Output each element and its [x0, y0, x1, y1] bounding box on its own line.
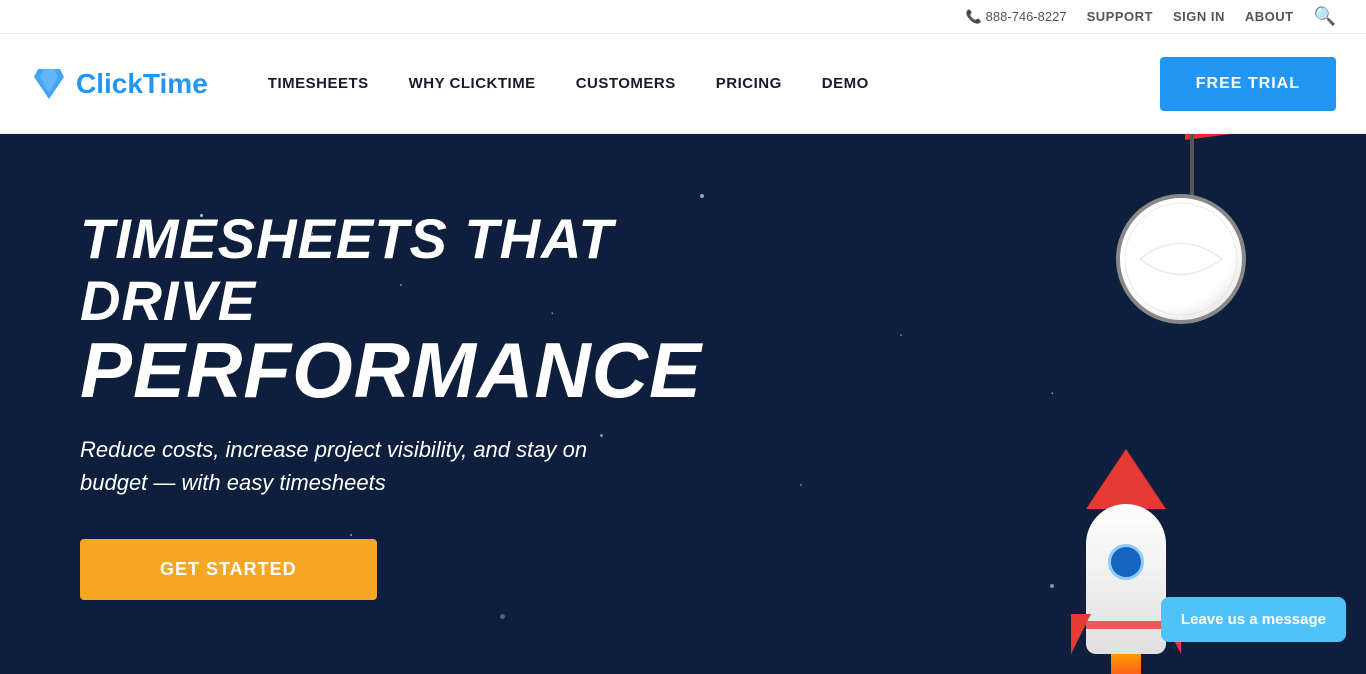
rocket-flame	[1111, 654, 1141, 674]
free-trial-button[interactable]: FREE TRIAL	[1160, 57, 1336, 111]
golf-ball	[1116, 194, 1246, 324]
rocket-tip	[1086, 449, 1166, 509]
nav-pricing[interactable]: PRICING	[716, 75, 782, 92]
hero-section: · · ✦ ✦ · TIMESHEETS THAT DRIVE PERFORMA…	[0, 134, 1366, 674]
nav-links: TIMESHEETS WHY CLICKTIME CUSTOMERS PRICI…	[268, 75, 1160, 92]
sparkle-5: ·	[1050, 384, 1055, 400]
hero-headline-line1: TIMESHEETS THAT DRIVE	[80, 208, 780, 331]
star-3	[700, 194, 704, 198]
nav-customers[interactable]: CUSTOMERS	[576, 75, 676, 92]
hero-headline-line2: PERFORMANCE	[80, 331, 780, 409]
phone-text: 888-746-8227	[986, 9, 1067, 24]
star-4	[900, 334, 902, 336]
rocket-illustration	[1086, 504, 1166, 674]
star-10	[500, 614, 505, 619]
rocket-body	[1086, 504, 1166, 654]
search-icon[interactable]: 🔍	[1314, 6, 1336, 27]
hero-subtext: Reduce costs, increase project visibilit…	[80, 433, 620, 499]
nav-demo[interactable]: DEMO	[822, 75, 869, 92]
golf-illustration	[1116, 194, 1246, 324]
get-started-button[interactable]: GET STARTED	[80, 539, 377, 600]
main-nav: ClickTime TIMESHEETS WHY CLICKTIME CUSTO…	[0, 34, 1366, 134]
about-link[interactable]: ABOUT	[1245, 9, 1294, 24]
nav-why-clicktime[interactable]: WHY CLICKTIME	[409, 75, 536, 92]
phone-number: 📞 888-746-8227	[965, 9, 1066, 25]
star-7	[1050, 584, 1054, 588]
support-link[interactable]: SUPPORT	[1087, 9, 1153, 24]
hero-cta-area: GET STARTED	[80, 539, 780, 600]
logo-text: ClickTime	[76, 68, 208, 100]
logo[interactable]: ClickTime	[30, 65, 208, 103]
chat-bubble[interactable]: Leave us a message	[1161, 597, 1346, 642]
fin-left	[1071, 614, 1091, 654]
nav-timesheets[interactable]: TIMESHEETS	[268, 75, 369, 92]
hero-content: TIMESHEETS THAT DRIVE PERFORMANCE Reduce…	[80, 208, 780, 600]
utility-bar: 📞 888-746-8227 SUPPORT SIGN IN ABOUT 🔍	[0, 0, 1366, 34]
phone-icon: 📞	[965, 9, 981, 25]
golf-ball-dimples	[1120, 198, 1242, 320]
sign-in-link[interactable]: SIGN IN	[1173, 9, 1225, 24]
flag-pole	[1190, 134, 1194, 204]
rocket-window	[1108, 544, 1144, 580]
logo-icon	[30, 65, 68, 103]
star-9	[800, 484, 802, 486]
